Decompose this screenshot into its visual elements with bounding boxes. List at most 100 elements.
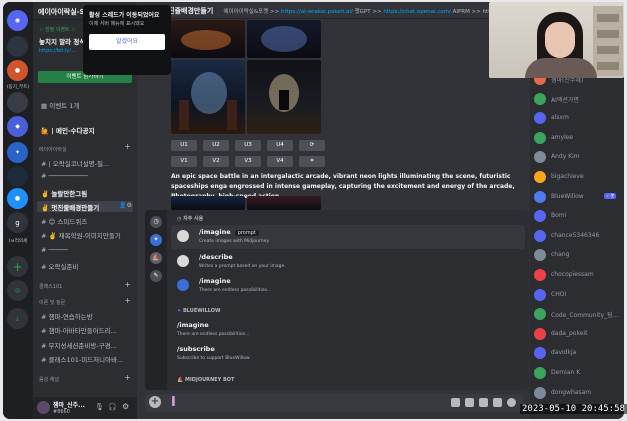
command-option[interactable]: /imagine There are endless possibilities… xyxy=(171,274,525,298)
emoji-icon[interactable] xyxy=(507,398,516,407)
command-option[interactable]: /subscribe Subscribe to support BlueWill… xyxy=(171,342,525,366)
member-item[interactable]: dada_pokeit xyxy=(534,327,622,341)
member-item[interactable]: BlueWillow ✓ 봇 xyxy=(534,190,622,204)
bluewillow-icon[interactable]: ✦ xyxy=(150,234,162,246)
member-name: AI액션가면 xyxy=(551,96,579,104)
user-status: #8660 xyxy=(53,409,70,415)
member-name: Code_Community_팀... xyxy=(551,312,619,320)
server-label: (ㅂ러의세 xyxy=(8,239,28,244)
gif-icon[interactable] xyxy=(465,398,474,407)
mic-icon[interactable]: 🎙 xyxy=(95,403,104,411)
upscale-2-button[interactable]: U2 xyxy=(203,140,229,151)
add-channel-icon[interactable]: + xyxy=(124,142,131,151)
section-header: ◷ 자주 사용 xyxy=(177,216,204,222)
generated-image-4[interactable] xyxy=(247,60,321,134)
sticker-icon[interactable] xyxy=(479,398,488,407)
variation-3-button[interactable]: V3 xyxy=(235,156,261,167)
member-item[interactable]: chang xyxy=(534,248,622,262)
add-member-icon[interactable]: 👤⚙ xyxy=(119,202,132,209)
member-item[interactable]: davidkja xyxy=(534,346,622,360)
variation-1-button[interactable]: V1 xyxy=(171,156,197,167)
upscale-3-button[interactable]: U3 xyxy=(235,140,261,151)
member-item[interactable]: chocopiessam xyxy=(534,268,622,282)
topic-link[interactable]: https://chat.openai.com/ xyxy=(383,9,450,15)
text-cursor-icon: I xyxy=(171,395,176,410)
channel-item[interactable]: # 챔마-연습하는방 xyxy=(37,310,133,321)
server-icon-5[interactable]: ✦ xyxy=(7,142,28,163)
member-item[interactable]: Bomi xyxy=(534,209,622,223)
message-composer[interactable]: + I xyxy=(145,394,523,412)
add-channel-icon[interactable]: + xyxy=(124,280,131,289)
web-icon[interactable]: ⌗ xyxy=(299,156,325,167)
reroll-icon[interactable]: ⟳ xyxy=(299,140,325,151)
topic-link[interactable]: https://ai-wrakai.pokeit.ai/ xyxy=(281,9,353,15)
server-icon-6[interactable] xyxy=(7,166,28,187)
channel-item[interactable]: # 오락실준비 xyxy=(37,260,133,271)
server-icon-7[interactable]: ● xyxy=(7,188,28,209)
tooltip-title: 활성 스레드가 이동되었어요 xyxy=(89,12,160,19)
generated-image-6[interactable] xyxy=(247,196,321,210)
midjourney-avatar xyxy=(177,230,189,242)
explore-compass-icon[interactable]: ◎ xyxy=(7,280,28,301)
channel-item[interactable]: # 클래스101-미드저니아바... xyxy=(37,353,133,364)
add-channel-icon[interactable]: + xyxy=(124,296,131,305)
variation-2-button[interactable]: V2 xyxy=(203,156,229,167)
avatar xyxy=(534,171,546,183)
variation-4-button[interactable]: V4 xyxy=(267,156,293,167)
member-item[interactable]: alsxm xyxy=(534,111,622,125)
channel-item[interactable]: ✌️ 놀랄만한그림 xyxy=(37,187,133,198)
member-item[interactable]: amylee xyxy=(534,131,622,145)
gift-icon[interactable] xyxy=(451,398,460,407)
member-name: Andy Kim xyxy=(551,153,580,161)
category-label[interactable]: 클래스101 xyxy=(39,283,62,290)
member-item[interactable]: bigachieve xyxy=(534,170,622,184)
events-count[interactable]: ▦ 이벤트 1개 xyxy=(37,99,133,110)
pencil-icon[interactable]: ✎ xyxy=(150,270,162,282)
member-item[interactable]: Andy Kim xyxy=(534,150,622,164)
member-item[interactable]: CHOI xyxy=(534,288,622,302)
attach-plus-icon[interactable]: + xyxy=(149,396,161,408)
promo-link[interactable]: https://bit.ly/... xyxy=(39,48,76,54)
command-option[interactable]: /imagine There are endless possibilities… xyxy=(171,318,525,342)
avatar[interactable] xyxy=(37,401,50,414)
channel-item[interactable]: # ✌️ 재목학원-이미지만들기 xyxy=(37,229,133,240)
generated-image-5[interactable] xyxy=(171,196,245,210)
member-item[interactable]: Code_Community_팀... xyxy=(534,307,622,321)
channel-item[interactable]: # ───── xyxy=(37,245,133,256)
server-icon-3[interactable] xyxy=(7,92,28,113)
server-icon-4[interactable]: ◆ xyxy=(7,116,28,137)
member-item[interactable]: chance5346346 xyxy=(534,229,622,243)
member-item[interactable]: dongwhasam xyxy=(534,386,622,400)
app-icon[interactable] xyxy=(493,398,502,407)
headphones-icon[interactable]: 🎧 xyxy=(108,403,117,411)
category-label[interactable]: 음성 채널 xyxy=(39,376,59,383)
add-channel-icon[interactable]: + xyxy=(124,373,131,382)
generated-image-1[interactable] xyxy=(171,20,245,58)
generated-image-2[interactable] xyxy=(247,20,321,58)
discord-home-icon[interactable]: ◉ xyxy=(7,10,28,31)
upscale-4-button[interactable]: U4 xyxy=(267,140,293,151)
server-icon-2[interactable]: ● xyxy=(7,60,28,81)
category-label[interactable]: 에이아이락실 xyxy=(39,146,67,153)
clock-icon[interactable]: ◷ xyxy=(150,216,162,228)
channel-item[interactable]: # | 오락실코너설명-필... xyxy=(37,157,133,168)
server-icon-1[interactable] xyxy=(7,36,28,57)
add-server-icon[interactable]: + xyxy=(7,256,28,277)
channel-item[interactable]: # ────────── xyxy=(37,171,133,182)
gear-icon[interactable]: ⚙ xyxy=(122,402,129,411)
generated-image-3[interactable] xyxy=(171,60,245,134)
channel-item[interactable]: # 무지성세션준비방-구경... xyxy=(37,339,133,350)
channel-item[interactable]: 🙋 | 메인-수다공지 xyxy=(37,124,133,135)
category-label[interactable]: 이론 및 질문 xyxy=(39,299,65,306)
tooltip-ok-button[interactable]: 알겠어요 xyxy=(89,34,165,50)
upscale-1-button[interactable]: U1 xyxy=(171,140,197,151)
member-item[interactable]: AI액션가면 xyxy=(534,92,622,106)
channel-item[interactable]: # 😊 스피드퀴즈 xyxy=(37,215,133,226)
command-option[interactable]: /describe Writes a prompt based on your … xyxy=(171,250,525,274)
download-icon[interactable]: ⤓ xyxy=(7,308,28,329)
midjourney-icon[interactable]: ⛵ xyxy=(150,252,162,264)
command-option[interactable]: /imagine prompt Create images with Midjou… xyxy=(171,225,525,249)
server-icon-8[interactable]: g xyxy=(7,212,28,233)
member-item[interactable]: Demian K xyxy=(534,366,622,380)
channel-item[interactable]: # 챔마-아바타만들어드리... xyxy=(37,324,133,335)
